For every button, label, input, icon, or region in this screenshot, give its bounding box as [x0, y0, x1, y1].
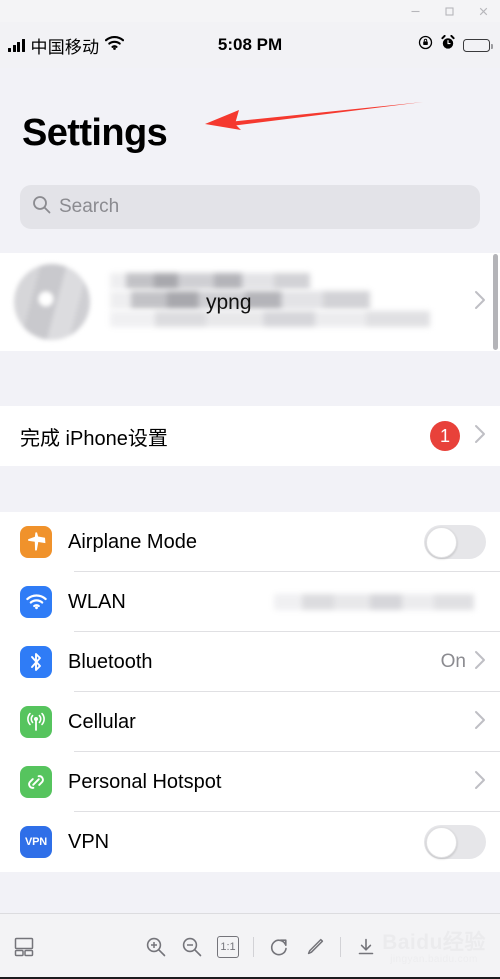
account-name-redacted: [110, 273, 310, 289]
airplane-mode-toggle[interactable]: [424, 525, 486, 559]
alarm-clock-icon: [441, 34, 455, 55]
page-title: Settings: [22, 112, 168, 154]
account-name-visible-fragment: ypng: [206, 291, 252, 314]
rotation-lock-icon: [418, 35, 433, 55]
thumbnail-view-icon[interactable]: [12, 936, 36, 958]
toolbar-left-group: [12, 936, 36, 958]
rotate-icon[interactable]: [268, 936, 290, 958]
wlan-value-redacted: [274, 594, 474, 610]
search-input[interactable]: Search: [59, 196, 119, 218]
app-window: 中国移动 5:08 PM Settings Search ypng 完成 iPh…: [0, 0, 500, 979]
row-label: VPN: [68, 830, 110, 853]
row-airplane-mode[interactable]: Airplane Mode: [0, 512, 500, 572]
account-subtitle-redacted: [110, 311, 430, 327]
toolbar-divider: [340, 936, 341, 957]
wifi-icon: [20, 586, 52, 618]
zoom-in-icon[interactable]: [145, 936, 167, 958]
row-cellular[interactable]: Cellular: [0, 692, 500, 752]
vertical-scrollbar[interactable]: [493, 254, 498, 350]
vpn-toggle[interactable]: [424, 825, 486, 859]
account-section: ypng: [0, 253, 500, 351]
viewer-toolbar: 1:1 Baidu经验 jingyan.baidu.com: [0, 913, 500, 979]
row-label: Bluetooth: [68, 650, 153, 673]
chevron-right-icon: [474, 290, 486, 315]
status-badge: 1: [430, 421, 460, 451]
watermark-sub-text: jingyan.baidu.com: [390, 953, 478, 965]
row-label: Personal Hotspot: [68, 770, 222, 793]
toolbar-divider: [253, 936, 254, 957]
row-vpn[interactable]: VPN VPN: [0, 812, 500, 872]
window-title-bar: [0, 0, 500, 22]
left-arrow-annotation: [195, 96, 425, 149]
chevron-right-icon: [474, 710, 486, 735]
actual-size-icon[interactable]: 1:1: [217, 935, 239, 958]
bluetooth-status-value: On: [440, 651, 466, 672]
cellular-icon: [20, 706, 52, 738]
chevron-right-icon: [474, 424, 486, 449]
row-wlan[interactable]: WLAN: [0, 572, 500, 632]
row-label: 完成 iPhone设置: [20, 427, 168, 450]
battery-icon: [463, 38, 493, 52]
row-bluetooth[interactable]: Bluetooth On: [0, 632, 500, 692]
search-field[interactable]: Search: [20, 185, 480, 229]
toolbar-center-group: 1:1: [145, 935, 377, 958]
baidu-watermark: Baidu经验 jingyan.baidu.com: [376, 922, 492, 968]
edit-pencil-icon[interactable]: [304, 936, 326, 958]
window-maximize-button[interactable]: [432, 0, 466, 22]
search-icon: [32, 195, 51, 219]
row-label: Airplane Mode: [68, 530, 197, 553]
connectivity-section: Airplane Mode WLAN Bluetooth On Cellular…: [0, 512, 500, 872]
vpn-icon: VPN: [20, 826, 52, 858]
row-personal-hotspot[interactable]: Personal Hotspot: [0, 752, 500, 812]
download-icon[interactable]: [355, 936, 377, 958]
airplane-icon: [20, 526, 52, 558]
row-finish-iphone-setup[interactable]: 完成 iPhone设置 1: [0, 406, 500, 466]
hotspot-icon: [20, 766, 52, 798]
row-label: WLAN: [68, 590, 126, 613]
avatar: [14, 264, 90, 340]
chevron-right-icon: [474, 650, 486, 675]
setup-section: 完成 iPhone设置 1: [0, 406, 500, 466]
zoom-out-icon[interactable]: [181, 936, 203, 958]
row-label: Cellular: [68, 710, 136, 733]
window-close-button[interactable]: [466, 0, 500, 22]
window-minimize-button[interactable]: [398, 0, 432, 22]
watermark-main-text: Baidu经验: [382, 930, 486, 954]
account-row[interactable]: ypng: [0, 253, 500, 351]
status-bar: 中国移动 5:08 PM: [0, 22, 500, 68]
status-bar-right: [418, 22, 493, 68]
chevron-right-icon: [474, 770, 486, 795]
bluetooth-icon: [20, 646, 52, 678]
